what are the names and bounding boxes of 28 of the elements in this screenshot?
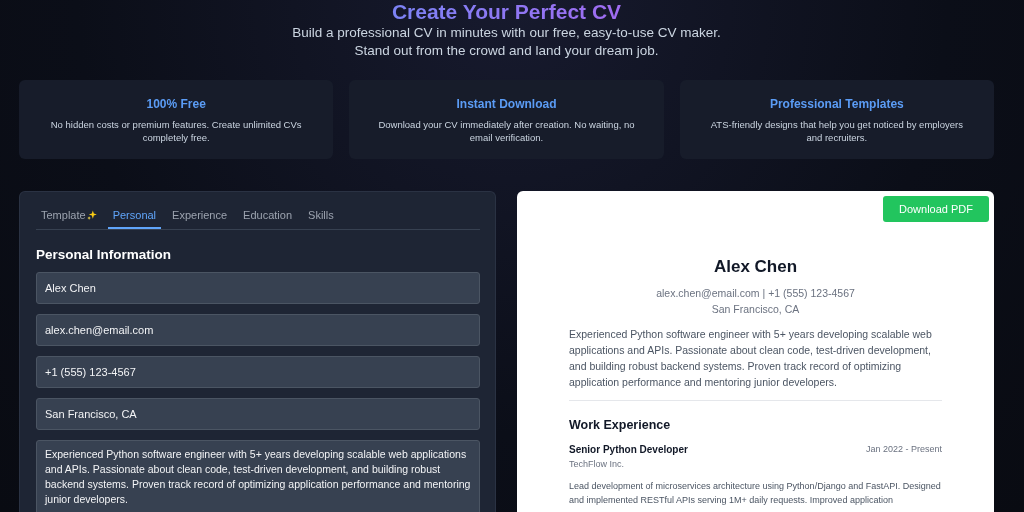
- text-field[interactable]: alex.chen@email.com: [36, 314, 480, 346]
- feature-text: No hidden costs or premium features. Create unlimited CVs completely free.: [49, 118, 303, 144]
- cv-name: Alex Chen: [712, 257, 799, 277]
- cv-section-title: Work Experience: [569, 418, 672, 432]
- tab[interactable]: Personal: [107, 200, 162, 229]
- cv-location: San Francisco, CA: [710, 302, 801, 317]
- section-heading: Personal Information: [36, 247, 173, 262]
- cv-summary: Experienced Python software engineer with 5+ years developing scalable web applications and APIs. Passionate about clean code, test-driven development, and building robust backend systems. Proven track record of optimizing application performance and mentoring junior developers.: [569, 327, 933, 390]
- summary-field[interactable]: Experienced Python software engineer with 5+ years developing scalable web applications and APIs. Passionate about clean code, test-driven development, and building robust backend systems. Proven track record of optimizing application performance and mentoring junior developers.: [36, 440, 480, 512]
- subtitle-text: Stand out from the crowd and land your dream job.: [353, 42, 660, 60]
- text-field[interactable]: Alex Chen: [36, 272, 480, 304]
- tab[interactable]: Skills: [303, 200, 339, 229]
- feature-title: Professional Templates: [768, 97, 905, 111]
- feature-title: 100% Free: [145, 97, 207, 111]
- text-field[interactable]: +1 (555) 123-4567: [36, 356, 480, 388]
- job-title: Senior Python Developer: [569, 444, 688, 455]
- job-dates: Jan 2022 - Present: [865, 444, 942, 455]
- tab[interactable]: Experience: [167, 200, 233, 229]
- text-field[interactable]: San Francisco, CA: [36, 398, 480, 430]
- job-company: TechFlow Inc.: [569, 459, 626, 469]
- tab[interactable]: Education: [238, 200, 298, 229]
- tab[interactable]: Template: [36, 200, 102, 229]
- feature-text: ATS-friendly designs that help you get noticed by employers and recruiters.: [709, 118, 964, 144]
- feature-title: Instant Download: [455, 97, 558, 111]
- feature-text: Download your CV immediately after creation. No waiting, no email verification.: [377, 118, 636, 144]
- job-description: Lead development of microservices architecture using Python/Django and FastAPI. Designed and implemented RESTful APIs serving 1M+ daily requests. Improved application: [569, 480, 942, 507]
- cv-contact: alex.chen@email.com | +1 (555) 123-4567: [655, 286, 856, 301]
- subtitle-text: Build a professional CV in minutes with our free, easy-to-use CV maker.: [291, 24, 722, 42]
